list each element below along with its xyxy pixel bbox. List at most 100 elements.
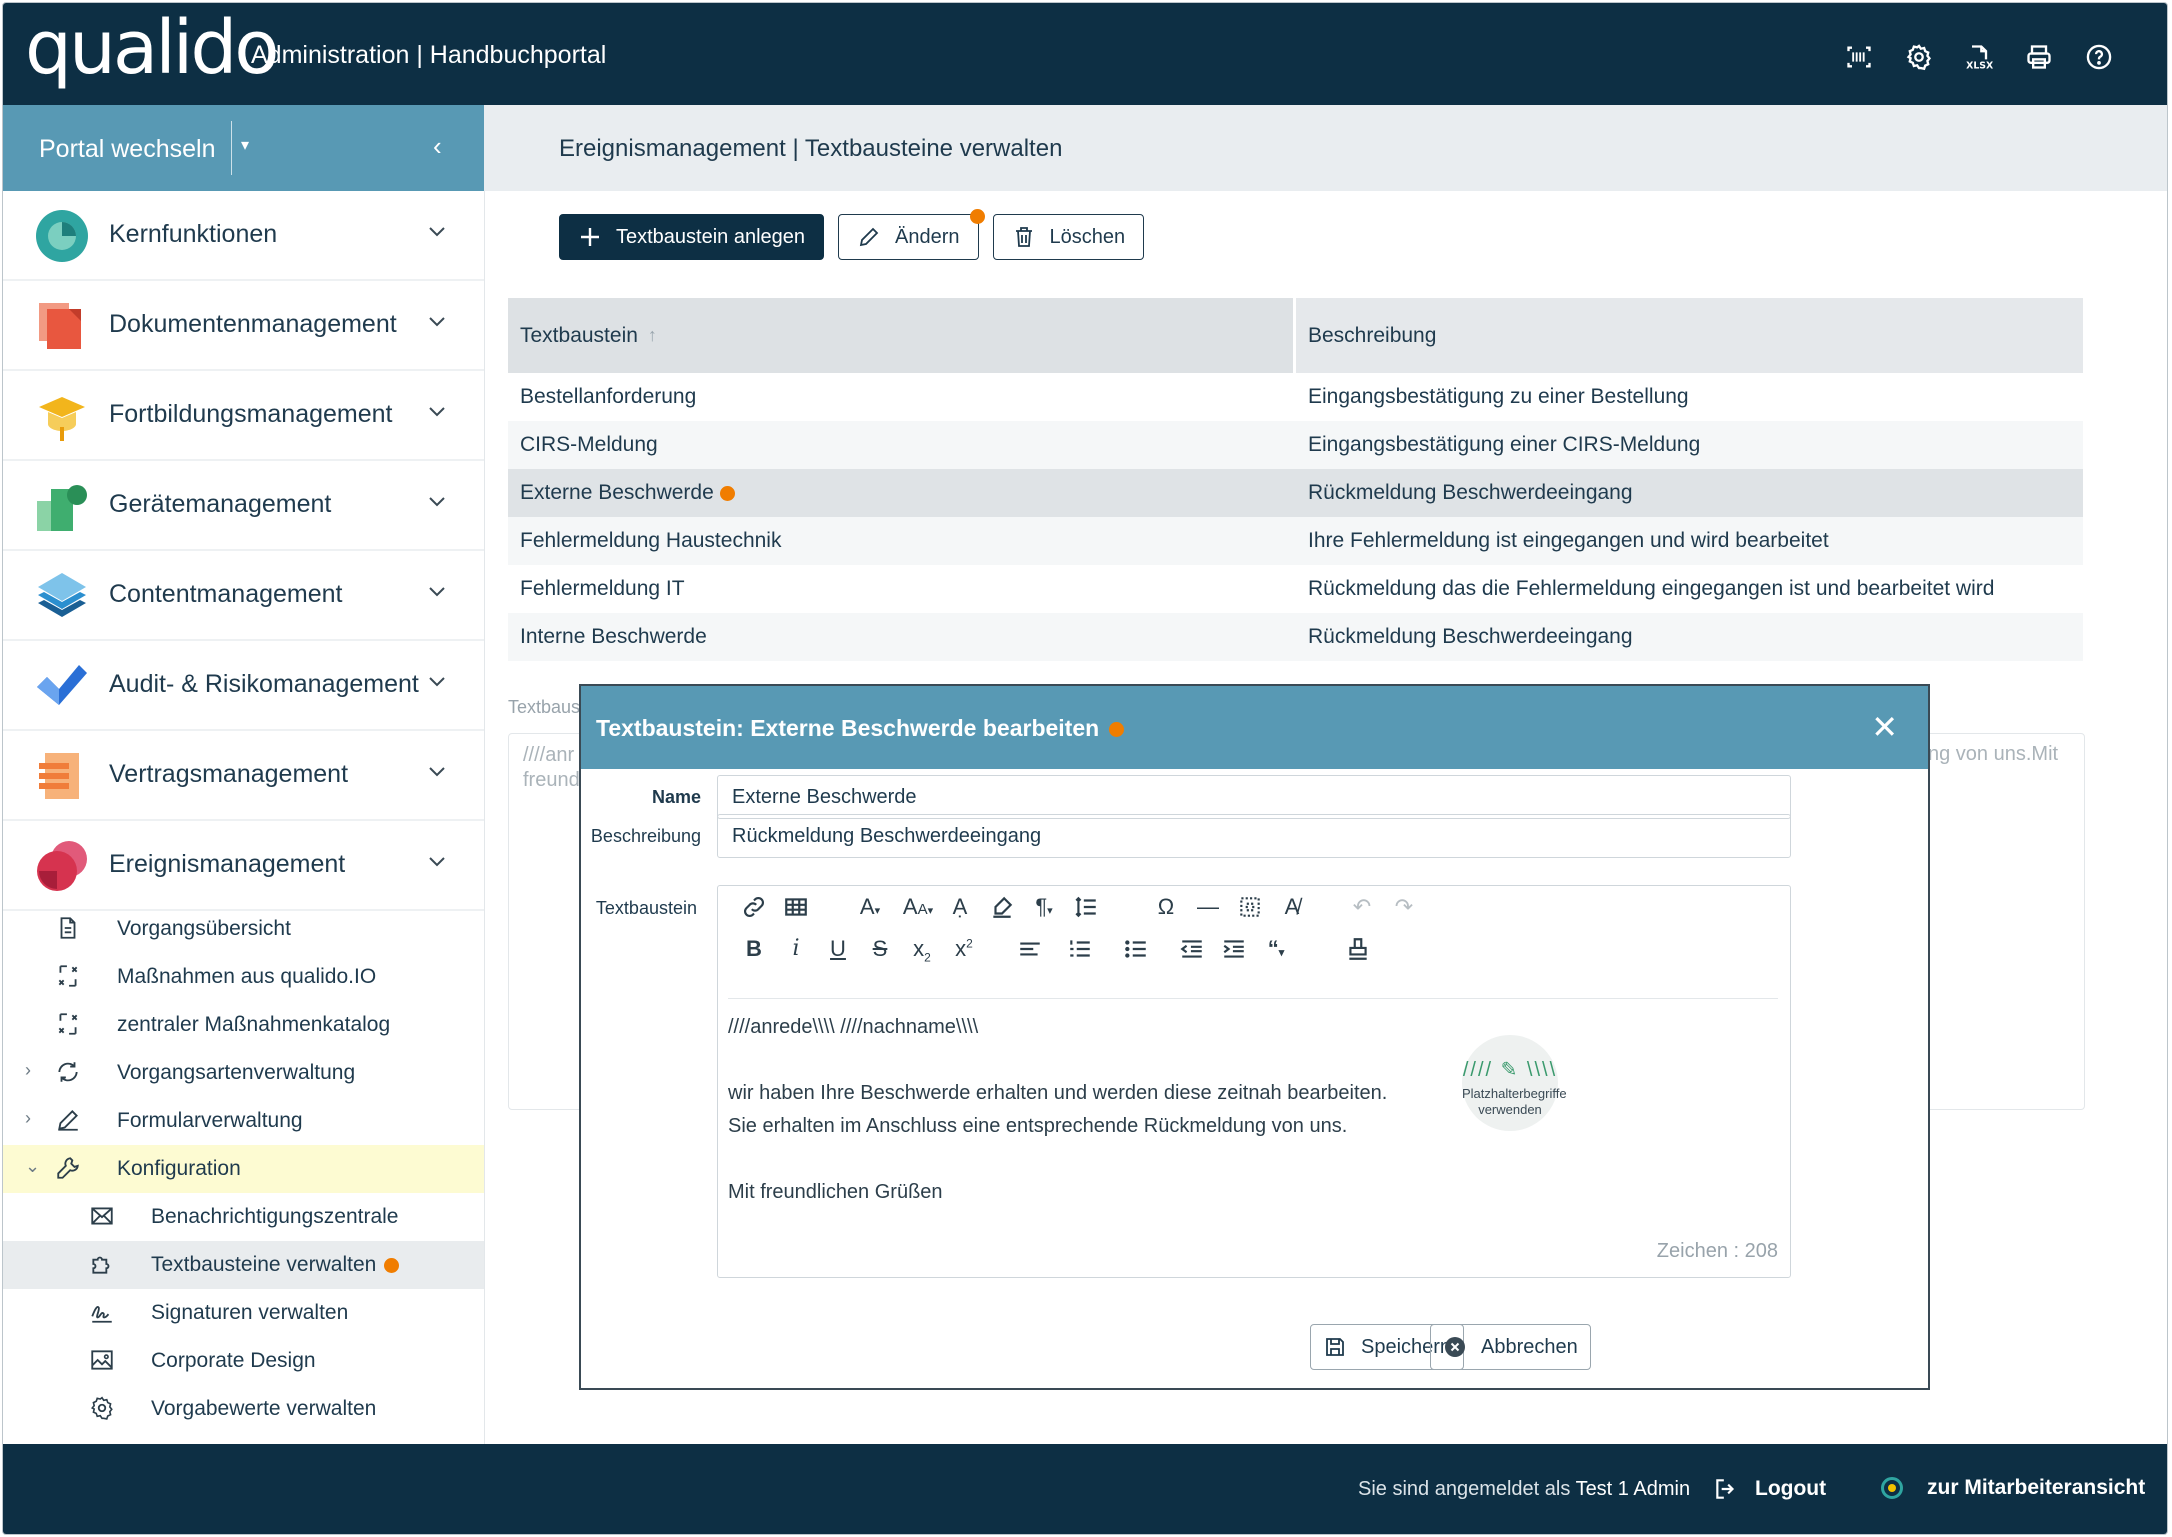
subitem-vorgabewerte-verwalten[interactable]: Vorgabewerte verwalten xyxy=(3,1385,484,1433)
xlsx-icon[interactable]: XLSX xyxy=(1965,43,1993,72)
barcode-icon[interactable] xyxy=(1845,43,1871,69)
description-field[interactable]: Rückmeldung Beschwerdeeingang xyxy=(717,814,1791,858)
cancel-button[interactable]: Abbrechen xyxy=(1430,1324,1591,1370)
app-title: Administration | Handbuchportal xyxy=(251,41,607,69)
table-row[interactable]: CIRS-Meldung Eingangsbestätigung einer CI… xyxy=(508,421,2083,469)
module-dokumentenmanagement[interactable]: Dokumentenmanagement xyxy=(3,281,484,371)
table-row[interactable]: Interne Beschwerde Rückmeldung Beschwerde… xyxy=(508,613,2083,661)
module-audit-risikomanagement[interactable]: Audit- & Risikomanagement xyxy=(3,641,484,731)
employee-view-link[interactable]: zur Mitarbeiteransicht xyxy=(1881,1476,2145,1500)
table-row[interactable]: Fehlermeldung IT Rückmeldung das die Fehl… xyxy=(508,565,2083,613)
top-bar: qualido Administration | Handbuchportal … xyxy=(3,3,2167,105)
subitem-signaturen-verwalten[interactable]: Signaturen verwalten xyxy=(3,1289,484,1337)
highlight-icon[interactable] xyxy=(988,894,1016,920)
align-icon[interactable] xyxy=(1016,936,1044,962)
paragraph-icon[interactable]: ¶▾ xyxy=(1030,894,1058,920)
column-header-textbaustein[interactable]: Textbaustein ↑ xyxy=(508,298,1293,373)
print-icon[interactable] xyxy=(2025,43,2051,69)
subitem-benachrichtigungszentrale[interactable]: Benachrichtigungszentrale xyxy=(3,1193,484,1241)
quote-icon[interactable]: “▾ xyxy=(1262,936,1290,962)
chevron-down-icon[interactable] xyxy=(427,851,447,871)
horizontal-line-icon[interactable]: — xyxy=(1194,894,1222,920)
subitem-formularverwaltung[interactable]: › Formularverwaltung xyxy=(3,1097,484,1145)
refresh-icon xyxy=(58,1062,78,1082)
special-char-icon[interactable]: Ω xyxy=(1152,894,1180,920)
create-textbaustein-button[interactable]: Textbaustein anlegen xyxy=(559,214,825,260)
table-icon[interactable] xyxy=(782,894,810,920)
editor-line xyxy=(728,1143,1387,1176)
subscript-icon[interactable]: x2 xyxy=(908,936,936,964)
subitem-label: Maßnahmen aus qualido.IO xyxy=(117,965,377,988)
table-row[interactable]: Bestellanforderung Eingangsbestätigung zu… xyxy=(508,373,2083,421)
dialog-title: Textbaustein: Externe Beschwerde bearbei… xyxy=(596,715,1125,742)
app-window: qualido Administration | Handbuchportal … xyxy=(2,2,2168,1535)
module-vertragsmanagement[interactable]: Vertragsmanagement xyxy=(3,731,484,821)
module-kernfunktionen[interactable]: Kernfunktionen xyxy=(3,191,484,281)
chevron-right-icon[interactable]: › xyxy=(25,1060,31,1081)
chevron-right-icon[interactable]: › xyxy=(25,1108,31,1129)
module-contentmanagement[interactable]: Contentmanagement xyxy=(3,551,484,641)
stamp-icon[interactable] xyxy=(1344,936,1372,962)
link-icon[interactable] xyxy=(740,894,768,920)
chevron-down-icon[interactable] xyxy=(427,671,447,691)
chevron-down-icon[interactable] xyxy=(427,311,447,331)
italic-icon[interactable]: i xyxy=(782,936,810,962)
select-all-icon[interactable] xyxy=(1236,894,1264,920)
chevron-down-icon[interactable] xyxy=(427,491,447,511)
chevron-down-icon[interactable] xyxy=(427,581,447,601)
bold-icon[interactable]: B xyxy=(740,936,768,962)
caret-down-icon[interactable]: ▾ xyxy=(241,135,249,155)
subitem-vorgangsartenverwaltung[interactable]: › Vorgangsartenverwaltung xyxy=(3,1049,484,1097)
chevron-down-icon[interactable] xyxy=(427,401,447,421)
subitem-zentraler-massnahmenkatalog[interactable]: zentraler Maßnahmenkatalog xyxy=(3,1001,484,1049)
top-icons: XLSX xyxy=(1845,43,2112,72)
gear-icon[interactable] xyxy=(1905,43,1932,71)
font-family-icon[interactable]: Ạ xyxy=(946,894,974,920)
change-indicator-dot xyxy=(1109,722,1125,738)
module-geraetemanagement[interactable]: Gerätemanagement xyxy=(3,461,484,551)
outdent-icon[interactable] xyxy=(1178,936,1206,962)
edit-button[interactable]: Ändern xyxy=(838,209,985,260)
collapse-sidebar-icon[interactable]: ‹ xyxy=(433,131,442,162)
strikethrough-icon[interactable]: S xyxy=(866,936,894,962)
help-icon[interactable] xyxy=(2085,43,2112,70)
action-toolbar: Textbaustein anlegen Ändern Löschen xyxy=(559,209,1145,260)
chevron-down-icon[interactable]: ⌄ xyxy=(25,1156,40,1177)
module-ereignismanagement[interactable]: Ereignismanagement xyxy=(3,821,484,911)
qualido-logo[interactable]: qualido xyxy=(25,5,280,91)
subitem-corporate-design[interactable]: Corporate Design xyxy=(3,1337,484,1385)
indent-icon[interactable] xyxy=(1220,936,1248,962)
change-indicator-dot xyxy=(719,485,735,501)
module-fortbildungsmanagement[interactable]: Fortbildungsmanagement xyxy=(3,371,484,461)
column-header-beschreibung[interactable]: Beschreibung xyxy=(1296,298,2083,373)
superscript-icon[interactable]: x2 xyxy=(950,936,978,962)
chevron-down-icon[interactable] xyxy=(427,761,447,781)
subitem-massnahmen-qualido-io[interactable]: Maßnahmen aus qualido.IO xyxy=(3,953,484,1001)
table-row[interactable]: Fehlermeldung Haustechnik Ihre Fehlermeld… xyxy=(508,517,2083,565)
placeholder-terms-button[interactable]: //// ✎ \\\\ Platzhalterbegriffe verwende… xyxy=(1462,1035,1567,1131)
unordered-list-icon[interactable] xyxy=(1122,936,1150,962)
font-color-icon[interactable]: A▾ xyxy=(856,894,884,920)
table-row-selected[interactable]: Externe Beschwerde Rückmeldung Beschwerde… xyxy=(508,469,2083,517)
chevron-down-icon[interactable] xyxy=(427,221,447,241)
editor-content[interactable]: ////anrede\\\\ ////nachname\\\\ wir habe… xyxy=(728,1011,1387,1209)
pencil-icon xyxy=(859,227,879,247)
subitem-konfiguration[interactable]: ⌄ Konfiguration xyxy=(3,1145,484,1193)
line-height-icon[interactable] xyxy=(1072,894,1100,920)
sort-up-icon[interactable]: ↑ xyxy=(648,325,657,346)
delete-button[interactable]: Löschen xyxy=(992,214,1145,260)
ordered-list-icon[interactable] xyxy=(1066,936,1094,962)
portal-switch-button[interactable]: Portal wechseln xyxy=(39,135,215,164)
name-field[interactable]: Externe Beschwerde xyxy=(717,775,1791,819)
rich-text-editor[interactable]: A▾ AA▾ Ạ ¶▾ Ω — A̸ ↶ ↷ B i U S x2 x2 “▾… xyxy=(717,885,1791,1278)
font-size-icon[interactable]: AA▾ xyxy=(898,894,938,920)
underline-icon[interactable]: U xyxy=(824,936,852,962)
close-icon[interactable]: ✕ xyxy=(1871,708,1898,746)
undo-icon[interactable]: ↶ xyxy=(1348,894,1376,920)
redo-icon[interactable]: ↷ xyxy=(1390,894,1418,920)
subitem-textbausteine-verwalten[interactable]: Textbausteine verwalten xyxy=(3,1241,484,1289)
clear-format-icon[interactable]: A̸ xyxy=(1278,894,1306,920)
subitem-vorgangsuebersicht[interactable]: Vorgangsübersicht xyxy=(3,905,484,953)
logout-button[interactable]: Logout xyxy=(1713,1476,1826,1502)
svg-text:XLSX: XLSX xyxy=(1966,61,1993,71)
